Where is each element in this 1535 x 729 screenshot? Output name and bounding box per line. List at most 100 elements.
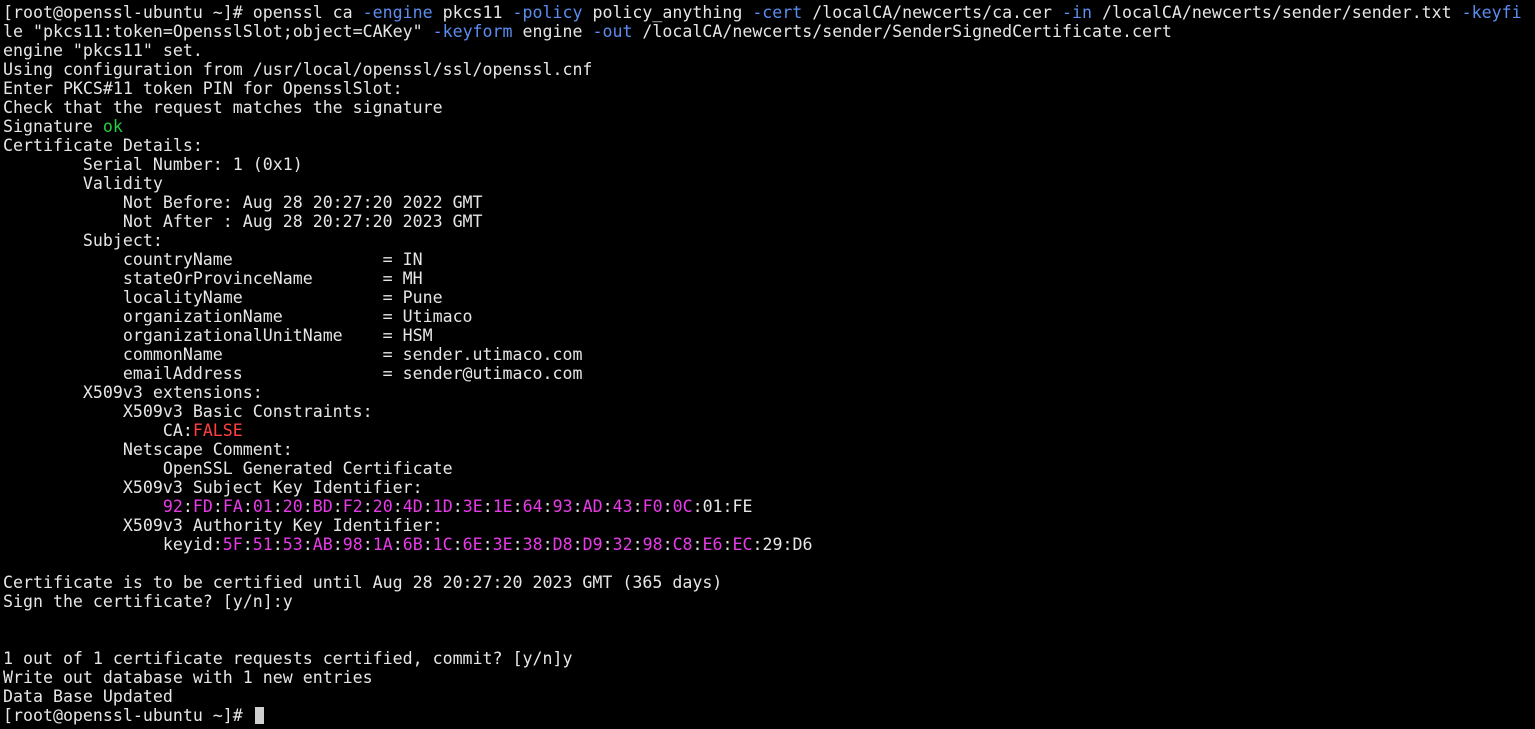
terminal-line: le "pkcs11:token=OpensslSlot;object=CAKe… [3, 22, 1522, 41]
terminal-text-segment: :29:D6 [752, 535, 813, 554]
terminal-text-segment: Not After : Aug 28 20:27:20 2023 GMT [3, 212, 483, 231]
terminal-text-segment: FALSE [192, 421, 243, 440]
terminal-text-segment: policy_anything [582, 3, 753, 22]
terminal-text-segment: 1 out of 1 certificate requests certifie… [3, 649, 573, 668]
terminal-text-segment: : [512, 497, 523, 516]
terminal-text-segment: :01:FE [692, 497, 753, 516]
terminal-line: emailAddress = sender@utimaco.com [3, 364, 1522, 383]
terminal-cursor[interactable] [254, 707, 264, 724]
terminal-line: 1 out of 1 certificate requests certifie… [3, 649, 1522, 668]
terminal-line: commonName = sender.utimaco.com [3, 345, 1522, 364]
terminal-text-segment: : [452, 535, 463, 554]
terminal-text-segment: : [272, 497, 283, 516]
terminal-line: Certificate is to be certified until Aug… [3, 573, 1522, 592]
terminal-text-segment: Certificate Details: [3, 136, 203, 155]
terminal-line: Validity [3, 174, 1522, 193]
terminal-text-segment: 92 [162, 497, 183, 516]
terminal-text-segment: : [602, 535, 613, 554]
terminal-text-segment: 53 [282, 535, 303, 554]
terminal-output: [root@openssl-ubuntu ~]# openssl ca -eng… [3, 3, 1522, 725]
terminal-text-segment: 32 [612, 535, 633, 554]
terminal-line: Not After : Aug 28 20:27:20 2023 GMT [3, 212, 1522, 231]
terminal-text-segment: localityName = Pune [3, 288, 443, 307]
terminal-text-segment: -in [1062, 3, 1092, 22]
terminal-line: countryName = IN [3, 250, 1522, 269]
terminal-line: Certificate Details: [3, 136, 1522, 155]
terminal-text-segment: 43 [612, 497, 633, 516]
terminal-text-segment: Validity [3, 174, 163, 193]
terminal-text-segment: CA: [3, 421, 193, 440]
terminal-text-segment: Signature [3, 117, 103, 136]
terminal-text-segment: : [512, 535, 523, 554]
terminal-text-segment: : [722, 535, 733, 554]
terminal-window[interactable]: [root@openssl-ubuntu ~]# openssl ca -eng… [0, 0, 1535, 729]
terminal-text-segment: engine "pkcs11" set. [3, 41, 203, 60]
terminal-text-segment: OpenSSL Generated Certificate [3, 459, 453, 478]
terminal-text-segment: : [422, 497, 433, 516]
terminal-line: Not Before: Aug 28 20:27:20 2022 GMT [3, 193, 1522, 212]
terminal-text-segment: Not Before: Aug 28 20:27:20 2022 GMT [3, 193, 483, 212]
terminal-text-segment: 20 [372, 497, 393, 516]
terminal-line: stateOrProvinceName = MH [3, 269, 1522, 288]
terminal-text-segment: X509v3 Basic Constraints: [3, 402, 373, 421]
terminal-line: Serial Number: 1 (0x1) [3, 155, 1522, 174]
terminal-text-segment: X509v3 extensions: [3, 383, 263, 402]
terminal-text-segment: 3E [462, 497, 483, 516]
terminal-text-segment: countryName = IN [3, 250, 423, 269]
terminal-text-segment: stateOrProvinceName = MH [3, 269, 423, 288]
terminal-text-segment: : [572, 535, 583, 554]
terminal-text-segment: 1E [492, 497, 513, 516]
terminal-text-segment: : [272, 535, 283, 554]
terminal-text-segment: -cert [752, 3, 803, 22]
terminal-line: X509v3 Basic Constraints: [3, 402, 1522, 421]
terminal-text-segment: : [542, 535, 553, 554]
terminal-text-segment: -engine [362, 3, 433, 22]
terminal-text-segment: : [362, 497, 373, 516]
terminal-text-segment: : [482, 497, 493, 516]
terminal-text-segment: 6B [402, 535, 423, 554]
terminal-text-segment: commonName = sender.utimaco.com [3, 345, 583, 364]
terminal-text-segment: D9 [582, 535, 603, 554]
terminal-text-segment: D8 [552, 535, 573, 554]
terminal-text-segment: -policy [512, 3, 583, 22]
terminal-text-segment: 5F [222, 535, 243, 554]
terminal-text-segment: F0 [642, 497, 663, 516]
terminal-text-segment: : [212, 497, 223, 516]
terminal-text-segment: X509v3 Subject Key Identifier: [3, 478, 423, 497]
terminal-text-segment: [root@openssl-ubuntu ~]# [3, 706, 253, 725]
terminal-text-segment: 64 [522, 497, 543, 516]
terminal-text-segment: : [542, 497, 553, 516]
terminal-text-segment: 4D [402, 497, 423, 516]
terminal-line: Using configuration from /usr/local/open… [3, 60, 1522, 79]
terminal-line: X509v3 extensions: [3, 383, 1522, 402]
terminal-line: Sign the certificate? [y/n]:y [3, 592, 1522, 611]
terminal-line: X509v3 Subject Key Identifier: [3, 478, 1522, 497]
terminal-text-segment: : [632, 535, 643, 554]
terminal-text-segment: : [572, 497, 583, 516]
terminal-text-segment: : [422, 535, 433, 554]
terminal-text-segment: 93 [552, 497, 573, 516]
terminal-text-segment: le "pkcs11:token=OpensslSlot;object=CAKe… [3, 22, 433, 41]
terminal-text-segment: : [332, 497, 343, 516]
terminal-text-segment: /localCA/newcerts/sender/sender.txt [1092, 3, 1462, 22]
terminal-text-segment: Data Base Updated [3, 687, 173, 706]
terminal-text-segment: -keyfi [1461, 3, 1522, 22]
terminal-text-segment: Sign the certificate? [y/n]:y [3, 592, 293, 611]
terminal-text-segment: 01 [252, 497, 273, 516]
terminal-text-segment: keyid: [3, 535, 223, 554]
terminal-text-segment: 3E [492, 535, 513, 554]
terminal-text-segment: 20 [282, 497, 303, 516]
terminal-text-segment: organizationName = Utimaco [3, 307, 473, 326]
terminal-text-segment: 98 [642, 535, 663, 554]
terminal-line: Write out database with 1 new entries [3, 668, 1522, 687]
terminal-text-segment: -out [592, 22, 633, 41]
terminal-line: [root@openssl-ubuntu ~]# openssl ca -eng… [3, 3, 1522, 22]
terminal-text-segment: 0C [672, 497, 693, 516]
terminal-text-segment: -keyform [432, 22, 513, 41]
terminal-text-segment: F2 [342, 497, 363, 516]
terminal-text-segment: engine [512, 22, 593, 41]
terminal-text-segment: : [302, 535, 313, 554]
